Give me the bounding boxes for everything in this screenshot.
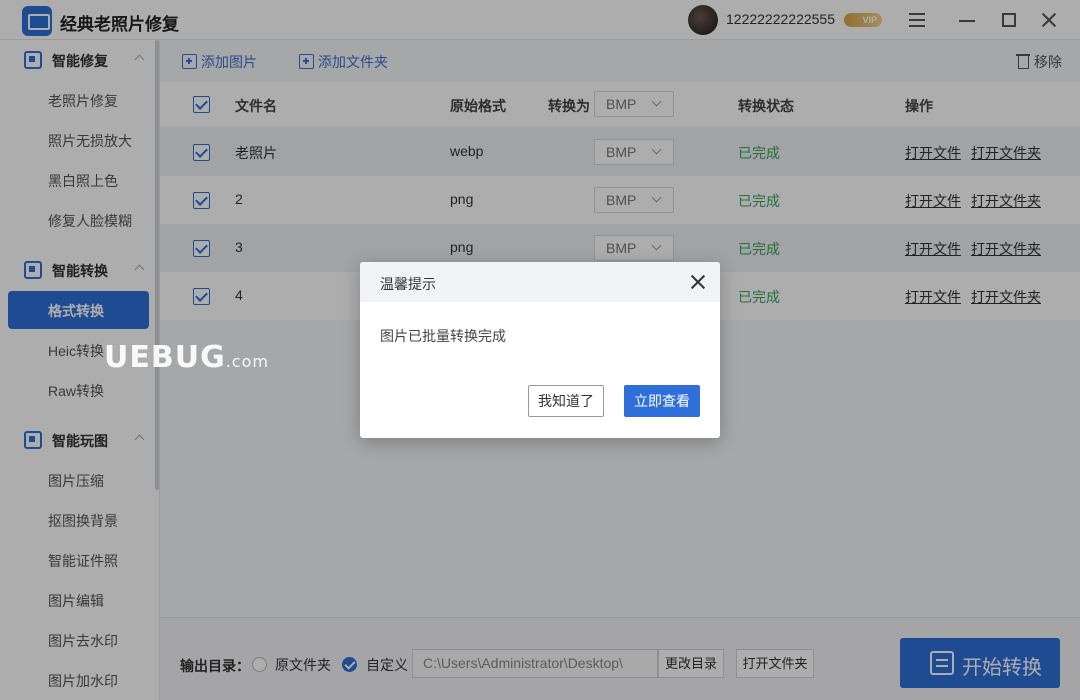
- watermark-logo: UEBUG.com: [104, 340, 269, 375]
- dialog-title: 温馨提示: [380, 276, 436, 292]
- close-icon[interactable]: [688, 272, 708, 292]
- view-now-button[interactable]: 立即查看: [624, 385, 700, 417]
- dialog-message: 图片已批量转换完成: [380, 328, 506, 344]
- notice-dialog: 温馨提示 图片已批量转换完成 我知道了 立即查看: [360, 262, 720, 438]
- got-it-button[interactable]: 我知道了: [528, 385, 604, 417]
- watermark-text: UEBUG: [104, 340, 226, 375]
- watermark-suffix: .com: [225, 352, 269, 371]
- dialog-header: 温馨提示: [360, 262, 720, 302]
